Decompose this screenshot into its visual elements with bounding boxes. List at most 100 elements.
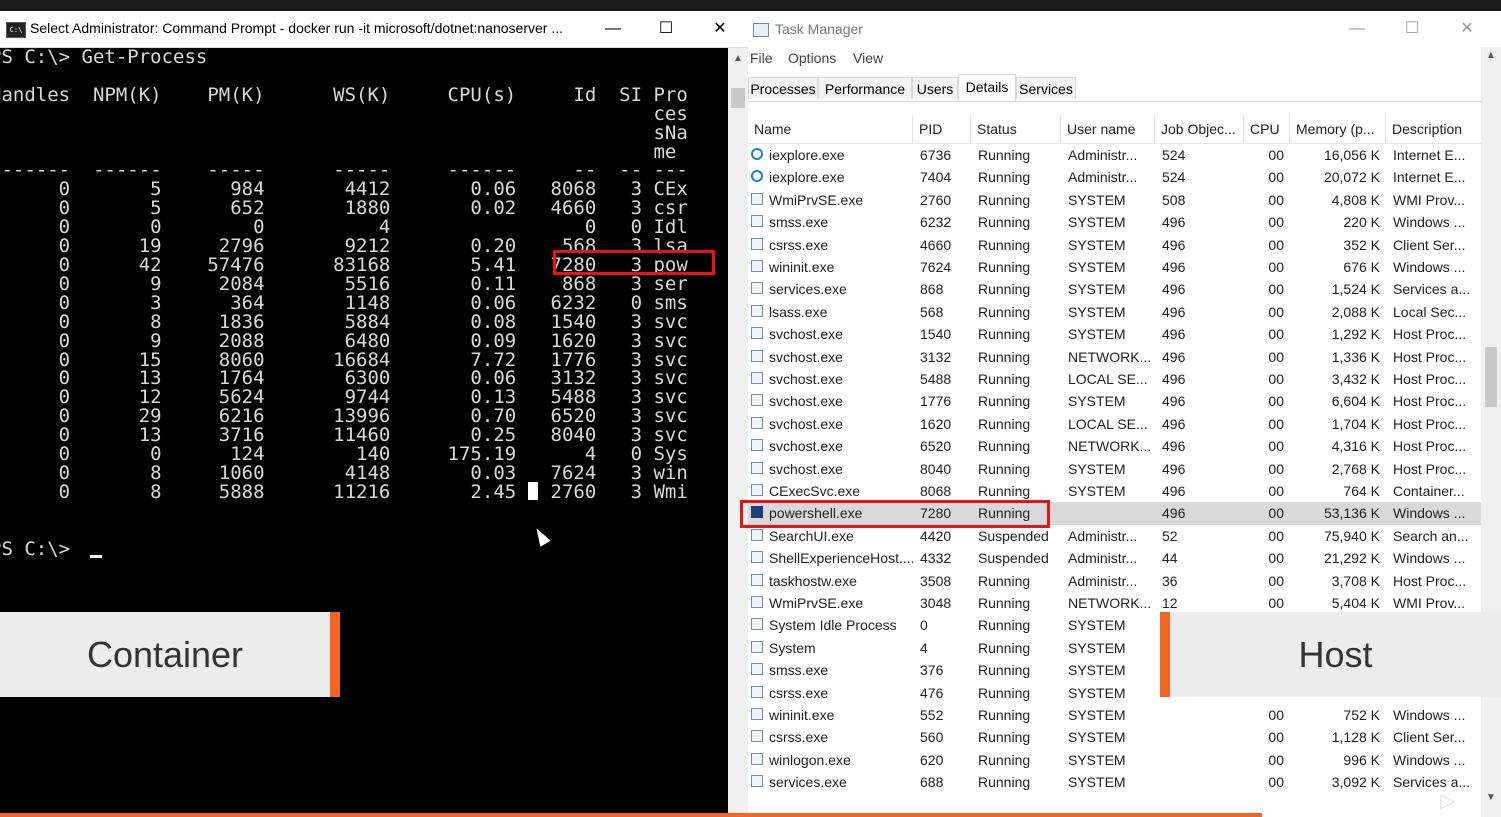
cell-desc: Client Ser...	[1393, 236, 1466, 253]
cell-mem: 764 K	[1343, 483, 1380, 499]
cell-job: 496	[1162, 438, 1186, 455]
pid-highlight-box	[553, 250, 715, 275]
scroll-up-arrow-icon[interactable]: ▲	[1481, 47, 1501, 65]
cell-name: csrss.exe	[748, 726, 913, 748]
cell-mem: 21,292 K	[1323, 550, 1380, 567]
table-row[interactable]: services.exe 868 Running SYSTEM 496 00 1,524 K…	[748, 278, 1481, 300]
app-icon	[751, 528, 763, 541]
cell-pid: 6232	[920, 214, 952, 231]
cell-pid: 868	[920, 281, 944, 298]
process-name: System Idle Process	[769, 617, 897, 634]
cmd-minimize-button[interactable]: —	[590, 15, 636, 43]
column-header-job-object[interactable]: Job Objec...	[1155, 115, 1244, 143]
table-row[interactable]: svchost.exe 3132 Running NETWORK... 496 00 1,3…	[748, 346, 1481, 368]
cell-status: Running	[978, 617, 1031, 634]
cell-desc: WMI Prov...	[1393, 191, 1466, 208]
cell-cpu: 00	[1268, 259, 1284, 275]
scroll-up-arrow-icon[interactable]: ▲	[728, 50, 748, 68]
cell-cpu: 00	[1268, 371, 1284, 387]
cmd-titlebar[interactable]: C:\ Select Administrator: Command Prompt…	[0, 11, 748, 48]
cell-mem: 1,704 K	[1331, 415, 1380, 432]
cell-cpu: 00	[1268, 191, 1284, 208]
table-row[interactable]: svchost.exe 1776 Running SYSTEM 496 00 6,604 K…	[748, 390, 1481, 412]
table-row[interactable]: lsass.exe 568 Running SYSTEM 496 00 2,088 K Loc…	[748, 301, 1481, 323]
tm-scrollbar[interactable]: ▲ ▼	[1481, 47, 1501, 817]
cell-name: taskhostw.exe	[748, 570, 913, 592]
cell-user: SYSTEM	[1068, 751, 1126, 768]
table-row[interactable]: smss.exe 6232 Running SYSTEM 496 00 220 K Windo…	[748, 211, 1481, 233]
tab-processes[interactable]: Processes	[748, 77, 818, 99]
table-row[interactable]: svchost.exe 8040 Running SYSTEM 496 00 2,768 K…	[748, 458, 1481, 480]
tm-maximize-button[interactable]: ☐	[1389, 15, 1435, 43]
process-name: services.exe	[769, 774, 847, 791]
cell-job: 496	[1162, 303, 1186, 320]
cell-name: lsass.exe	[748, 301, 913, 323]
cmd-scrollbar[interactable]: ▲	[728, 48, 748, 817]
column-header-memory[interactable]: Memory (p...	[1290, 115, 1386, 143]
cell-name: wininit.exe	[748, 704, 913, 726]
cmd-maximize-button[interactable]: ☐	[643, 15, 689, 43]
tm-scroll-thumb[interactable]	[1485, 347, 1497, 407]
ie-icon	[751, 148, 763, 160]
tm-close-button[interactable]: ✕	[1444, 15, 1490, 43]
table-row[interactable]: svchost.exe 5488 Running LOCAL SE... 496 00 3,…	[748, 368, 1481, 390]
table-row[interactable]: SearchUI.exe 4420 Suspended Administr... 52 0…	[748, 525, 1481, 547]
tab-details[interactable]: Details	[958, 74, 1016, 101]
tm-minimize-button[interactable]: —	[1334, 15, 1380, 43]
table-row[interactable]: ShellExperienceHost.... 4332 Suspended Admi…	[748, 547, 1481, 569]
cell-user: SYSTEM	[1068, 483, 1126, 499]
column-header-description[interactable]: Description	[1386, 115, 1481, 143]
table-row[interactable]: csrss.exe 4660 Running SYSTEM 496 00 352 K Clie…	[748, 234, 1481, 256]
menu-file[interactable]: File	[750, 50, 773, 66]
table-row[interactable]: iexplore.exe 7404 Running Administr... 524 00…	[748, 166, 1481, 188]
column-header-name[interactable]: Name	[748, 115, 913, 143]
cell-user: SYSTEM	[1068, 326, 1126, 343]
cmd-console[interactable]: PS C:\> Get-Process Handles NPM(K) PM(K)…	[0, 46, 728, 817]
tab-performance[interactable]: Performance	[818, 77, 912, 99]
scroll-down-arrow-icon[interactable]: ▼	[1481, 789, 1501, 807]
cell-cpu: 00	[1268, 236, 1284, 253]
cmd-output: PS C:\> Get-Process Handles NPM(K) PM(K)…	[0, 46, 688, 560]
text-selection-cursor	[528, 482, 538, 500]
process-name: svchost.exe	[769, 326, 843, 343]
host-label: Host	[1160, 612, 1501, 697]
tab-services[interactable]: Services	[1016, 77, 1076, 99]
cell-user: NETWORK...	[1068, 595, 1152, 611]
cell-user: Administr...	[1068, 527, 1138, 544]
tab-users[interactable]: Users	[912, 77, 958, 99]
tm-titlebar[interactable]: Task Manager — ☐ ✕	[748, 11, 1501, 47]
column-header-status[interactable]: Status	[971, 115, 1061, 143]
cell-name: SearchUI.exe	[748, 525, 913, 547]
table-row[interactable]: svchost.exe 1540 Running SYSTEM 496 00 1,292 K…	[748, 323, 1481, 345]
column-header-cpu[interactable]: CPU	[1244, 115, 1290, 143]
cell-cpu: 00	[1268, 303, 1284, 320]
table-row[interactable]: taskhostw.exe 3508 Running Administr... 36 00…	[748, 570, 1481, 592]
column-header-username[interactable]: User name	[1061, 115, 1155, 143]
cell-status: Running	[978, 303, 1031, 320]
cell-cpu: 00	[1268, 393, 1284, 410]
cell-desc: Host Proc...	[1393, 326, 1467, 343]
menu-options[interactable]: Options	[788, 50, 836, 66]
column-header-pid[interactable]: PID	[913, 115, 971, 143]
table-row[interactable]: services.exe 688 Running SYSTEM 00 3,092 K Ser…	[748, 771, 1481, 793]
table-row[interactable]: WmiPrvSE.exe 2760 Running SYSTEM 508 00 4,808 …	[748, 189, 1481, 211]
table-row[interactable]: iexplore.exe 6736 Running Administr... 524 00…	[748, 144, 1481, 166]
cmd-scroll-thumb[interactable]	[731, 88, 745, 108]
cell-pid: 4332	[920, 550, 952, 567]
cell-pid: 7404	[920, 169, 952, 186]
cmd-close-button[interactable]: ✕	[697, 15, 743, 43]
table-row[interactable]: wininit.exe 7624 Running SYSTEM 496 00 676 K Wi…	[748, 256, 1481, 278]
menu-view[interactable]: View	[853, 50, 883, 66]
cell-user: NETWORK...	[1068, 348, 1152, 365]
table-row[interactable]: svchost.exe 1620 Running LOCAL SE... 496 00 1,…	[748, 413, 1481, 435]
table-row[interactable]: csrss.exe 560 Running SYSTEM 00 1,128 K Client…	[748, 726, 1481, 748]
app-icon	[751, 461, 763, 474]
table-row[interactable]: wininit.exe 552 Running SYSTEM 00 752 K Window…	[748, 704, 1481, 726]
cell-mem: 75,940 K	[1323, 527, 1380, 544]
cell-user: SYSTEM	[1068, 460, 1126, 477]
table-row[interactable]: svchost.exe 6520 Running NETWORK... 496 00 4,3…	[748, 435, 1481, 457]
cell-desc: Windows ...	[1393, 751, 1466, 768]
table-row[interactable]: winlogon.exe 620 Running SYSTEM 00 996 K Windo…	[748, 749, 1481, 771]
process-name: wininit.exe	[769, 259, 835, 275]
process-name: WmiPrvSE.exe	[769, 595, 864, 611]
